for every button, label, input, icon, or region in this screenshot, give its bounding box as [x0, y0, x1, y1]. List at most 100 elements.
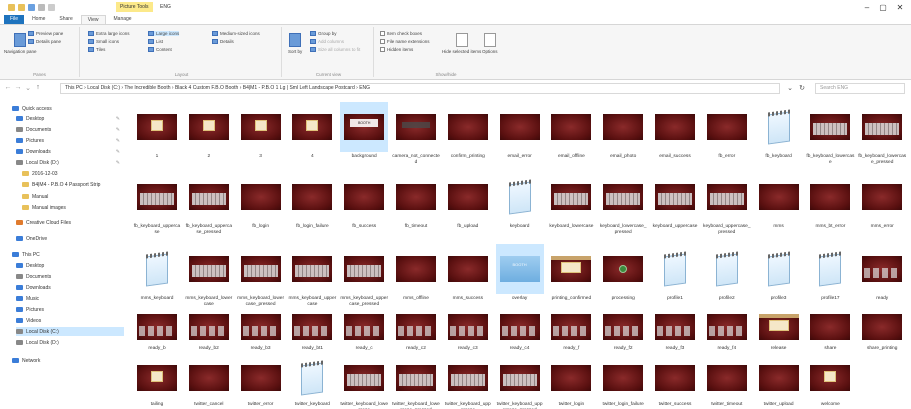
sort-by-button[interactable]: Sort by — [288, 33, 302, 54]
checkbox[interactable] — [380, 47, 385, 52]
pin-icon[interactable]: ✎ — [116, 160, 120, 166]
file-item[interactable]: email_photo — [599, 102, 647, 160]
file-item[interactable]: twitter_keyboard_lowercase — [340, 356, 388, 409]
layout-large-icons[interactable]: Large icons — [148, 31, 180, 36]
file-item[interactable]: processing — [599, 244, 647, 302]
file-item[interactable]: fb_keyboard_lowercase — [806, 102, 854, 165]
layout-tiles[interactable]: Tiles — [88, 47, 105, 52]
search-input[interactable]: Search ENG — [815, 83, 905, 94]
file-item[interactable]: mms_keyboard_uppercase — [288, 244, 336, 307]
file-item[interactable]: fb_error — [703, 102, 751, 160]
pin-icon[interactable]: ✎ — [116, 127, 120, 133]
forward-arrow-icon[interactable]: → — [14, 84, 22, 91]
minimize-button[interactable]: – — [860, 3, 874, 12]
nav-item-videos[interactable]: Videos — [16, 316, 124, 325]
nav-item-documents[interactable]: Documents ✎ — [16, 125, 124, 134]
nav-item-quick-access[interactable]: Quick access — [12, 104, 124, 113]
add-columns-button[interactable]: Add columns — [310, 39, 344, 44]
file-item[interactable]: fb_login — [237, 172, 285, 230]
nav-item-manual-images[interactable]: Manual images — [22, 203, 124, 212]
file-item[interactable]: share_printing — [858, 310, 906, 352]
file-item[interactable]: email_error — [496, 102, 544, 160]
file-item[interactable]: profile1 — [651, 244, 699, 302]
file-item[interactable]: fb_keyboard_uppercase_pressed — [185, 172, 233, 235]
layout-details[interactable]: Details — [212, 39, 234, 44]
file-item[interactable]: fb_keyboard — [755, 102, 803, 160]
file-item[interactable]: fb_timeout — [392, 172, 440, 230]
file-item[interactable]: 1 — [133, 102, 181, 160]
file-item[interactable]: ready_c4 — [496, 310, 544, 352]
file-item[interactable]: tailing — [133, 356, 181, 408]
file-item[interactable]: camera_not_connected — [392, 102, 440, 165]
checkbox[interactable] — [380, 39, 385, 44]
file-item[interactable]: share — [806, 310, 854, 352]
file-item[interactable]: profile3 — [755, 244, 803, 302]
tab-manage[interactable]: Manage — [108, 15, 138, 24]
file-item[interactable]: twitter_error — [237, 356, 285, 408]
file-item[interactable]: mms_keyboard_lowercase_pressed — [237, 244, 285, 307]
preview-pane-button[interactable]: Preview pane — [28, 31, 63, 36]
file-item[interactable]: twitter_upload — [755, 356, 803, 408]
pin-icon[interactable]: ✎ — [116, 116, 120, 122]
tab-view[interactable]: View — [80, 15, 106, 24]
pin-icon[interactable]: ✎ — [116, 149, 120, 155]
file-item[interactable]: twitter_keyboard_lowercase_pressed — [392, 356, 440, 409]
file-item[interactable]: ready_b — [133, 310, 181, 352]
details-pane-button[interactable]: Details pane — [28, 39, 61, 44]
layout-extra-large-icons[interactable]: Extra large icons — [88, 31, 130, 36]
file-item[interactable]: mms_keyboard — [133, 244, 181, 302]
file-item[interactable]: keyboard_lowercase — [547, 172, 595, 230]
file-item[interactable]: email_success — [651, 102, 699, 160]
tab-home[interactable]: Home — [26, 15, 51, 24]
file-item[interactable]: mms_keyboard_uppercase_pressed — [340, 244, 388, 307]
file-item[interactable]: ready_b3 — [237, 310, 285, 352]
file-item[interactable]: fb_login_failure — [288, 172, 336, 230]
file-item[interactable]: twitter_login_failure — [599, 356, 647, 408]
layout-list[interactable]: List — [148, 39, 163, 44]
nav-item-onedrive[interactable]: OneDrive — [16, 234, 124, 243]
dropdown-chevron-icon[interactable]: ⌄ — [786, 84, 794, 92]
checkbox[interactable] — [380, 31, 385, 36]
file-item[interactable]: 4 — [288, 102, 336, 160]
file-item[interactable]: fb_keyboard_uppercase — [133, 172, 181, 235]
file-item[interactable]: release — [755, 310, 803, 352]
file-item[interactable]: mms_bt_error — [806, 172, 854, 230]
file-item[interactable]: fb_success — [340, 172, 388, 230]
file-item[interactable]: ready_f — [547, 310, 595, 352]
nav-item-downloads[interactable]: Downloads — [16, 283, 124, 292]
file-item[interactable]: mms — [755, 172, 803, 230]
file-item[interactable]: mms_error — [858, 172, 906, 230]
file-item[interactable]: BOOTH background — [340, 102, 389, 160]
file-item[interactable]: ready_f3 — [651, 310, 699, 352]
address-path[interactable]: This PC › Local Disk (C:) › The Incredib… — [60, 83, 780, 94]
up-arrow-icon[interactable]: ↑ — [34, 84, 42, 91]
file-item[interactable]: keyboard_lowercase_pressed — [599, 172, 647, 235]
hidden-items-toggle[interactable]: Hidden items — [380, 47, 413, 52]
nav-item-local-disk-d[interactable]: Local Disk (D:) — [16, 338, 124, 347]
close-button[interactable]: ✕ — [893, 3, 907, 12]
picture-tools-context-tab[interactable]: Picture Tools — [116, 2, 153, 12]
size-columns-button[interactable]: Size all columns to fit — [310, 47, 360, 52]
file-item[interactable]: mms_offline — [392, 244, 440, 302]
file-item[interactable]: ready_c2 — [392, 310, 440, 352]
nav-item-desktop[interactable]: Desktop — [16, 261, 124, 270]
file-item[interactable]: profile2 — [703, 244, 751, 302]
layout-small-icons[interactable]: Small icons — [88, 39, 119, 44]
nav-item-pictures[interactable]: Pictures ✎ — [16, 136, 124, 145]
file-item[interactable]: mms_keyboard_lowercase — [185, 244, 233, 307]
file-item[interactable]: keyboard_uppercase_pressed — [703, 172, 751, 235]
nav-item-desktop[interactable]: Desktop ✎ — [16, 114, 124, 123]
file-item[interactable]: ready_f2 — [599, 310, 647, 352]
file-item[interactable]: twitter_keyboard_uppercase_pressed — [496, 356, 544, 409]
hide-selected-button[interactable]: Hide selected items — [442, 33, 481, 54]
file-extensions-toggle[interactable]: File name extensions — [380, 39, 430, 44]
nav-item-manual[interactable]: Manual — [22, 192, 124, 201]
file-item[interactable]: twitter_cancel — [185, 356, 233, 408]
file-item[interactable]: ready_b2 — [185, 310, 233, 352]
undo-icon[interactable] — [38, 4, 45, 11]
file-item[interactable]: 2 — [185, 102, 233, 160]
file-item[interactable]: ready_bt1 — [288, 310, 336, 352]
file-item[interactable]: keyboard — [496, 172, 544, 230]
file-item[interactable]: ready_c3 — [444, 310, 492, 352]
back-arrow-icon[interactable]: ← — [4, 84, 12, 91]
